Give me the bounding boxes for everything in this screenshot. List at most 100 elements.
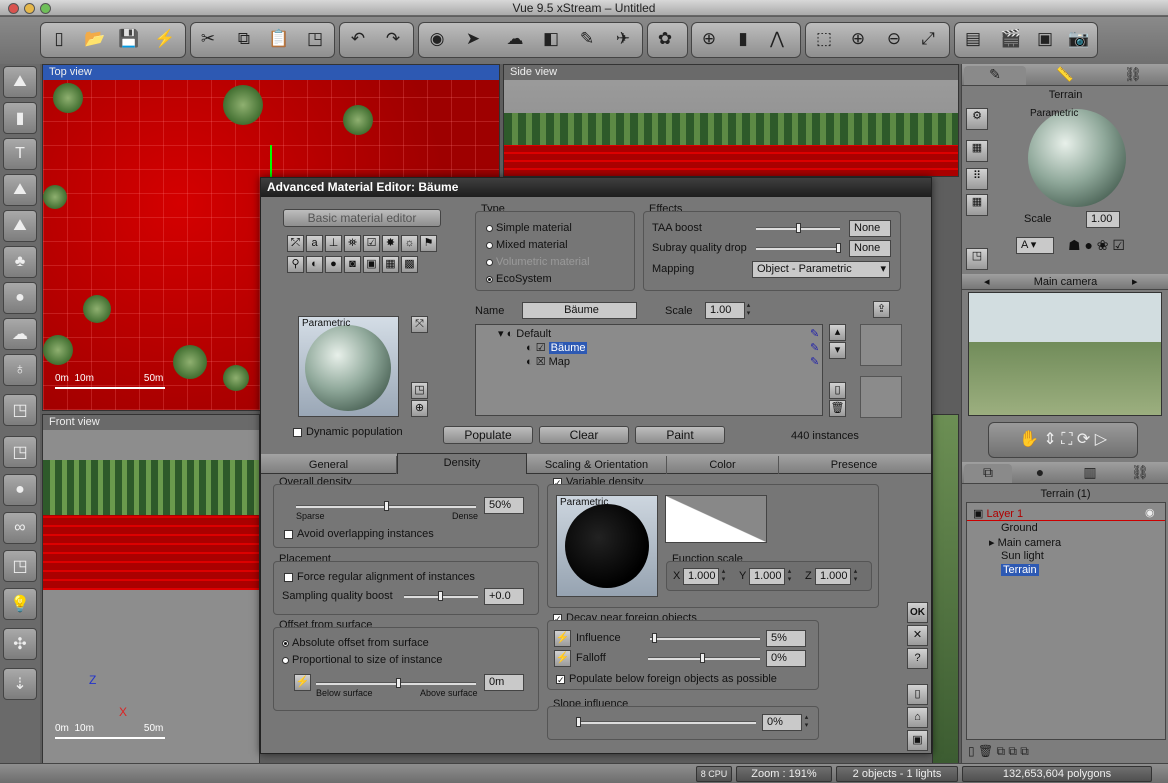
front-viewport[interactable]: Front view Z X 0m 10m 50m	[42, 414, 260, 764]
checker-arrow-icon[interactable]: ▦	[966, 194, 988, 216]
pattern-icon[interactable]: ▩	[401, 256, 418, 273]
planet-icon[interactable]: ♁	[3, 354, 37, 386]
material-settings-icon[interactable]: ⚙	[966, 108, 988, 130]
open-folder-icon[interactable]: 📂	[80, 24, 110, 54]
scene-bottom-icons[interactable]: ▯ 🗑 ⧉ ⧉ ⧉	[968, 744, 1029, 759]
paste-icon[interactable]: 📋	[264, 24, 294, 54]
density-filter-curve[interactable]	[665, 495, 767, 543]
species-item-map[interactable]: ◐ ☒ Map	[526, 355, 570, 368]
box-icon[interactable]: ◳	[3, 436, 37, 468]
type-ecosystem-radio[interactable]: EcoSystem	[486, 273, 552, 285]
preview-cube-icon[interactable]: ◳	[411, 382, 428, 399]
brush-icon[interactable]: ✎	[572, 24, 602, 54]
help-button[interactable]: ?	[907, 648, 928, 669]
material-filter-icons[interactable]: ☗ ● ❀ ☑	[1068, 237, 1125, 254]
links-tab-icon[interactable]: ⛓	[1116, 464, 1164, 483]
brush-tab-icon[interactable]: ✎	[964, 66, 1026, 85]
materials-tab-icon[interactable]: ●	[1016, 464, 1064, 483]
edit-pencil-icon[interactable]: ✎	[810, 327, 819, 340]
material-preview[interactable]: Parametric	[298, 316, 399, 417]
basic-material-editor-button[interactable]: Basic material editor	[283, 209, 441, 227]
species-item-baume[interactable]: ◐ ☑ Bäume	[526, 341, 588, 354]
camera-next-icon[interactable]: ▸	[1132, 275, 1138, 288]
close-window-button[interactable]	[8, 3, 19, 14]
scale-field[interactable]: 1.00	[705, 302, 745, 319]
redo-icon[interactable]: ↷	[378, 24, 408, 54]
zoom-in-icon[interactable]: ⊕	[843, 24, 873, 54]
tree-item-layer[interactable]: ▣ Layer 1	[973, 507, 1023, 520]
ok-button[interactable]: OK	[907, 602, 928, 623]
tree-item-terrain[interactable]: Terrain	[1001, 564, 1039, 576]
edit-pencil-icon[interactable]: ✎	[810, 355, 819, 368]
species-thumbnail[interactable]	[860, 324, 902, 366]
undo-icon[interactable]: ↶	[343, 24, 373, 54]
copy-icon[interactable]: ⧉	[229, 24, 259, 54]
type-mixed-radio[interactable]: Mixed material	[486, 239, 568, 251]
visibility-eye-icon[interactable]: ◉	[1145, 506, 1155, 519]
fscale-y-field[interactable]: 1.000	[749, 568, 785, 585]
cube-icon[interactable]: ◳	[300, 24, 330, 54]
zoom-window-button[interactable]	[40, 3, 51, 14]
proportional-offset-radio[interactable]: Proportional to size of instance	[282, 654, 442, 666]
falloff-function-icon[interactable]: ⚡	[554, 650, 571, 667]
dots-icon[interactable]: ⠿	[966, 168, 988, 190]
export-icon[interactable]: ⇣	[3, 668, 37, 700]
cube-icon[interactable]: ◳	[3, 394, 37, 426]
side-viewport[interactable]: Side view	[503, 64, 959, 177]
sampling-field[interactable]: +0.0	[484, 588, 524, 605]
camera-nav-controls[interactable]: ✋ ⇕ ⛶ ⟳ ▷	[988, 422, 1138, 458]
lightning-icon[interactable]: ⚡	[150, 24, 180, 54]
offset-field[interactable]: 0m	[484, 674, 524, 691]
density-function-preview[interactable]: Parametric	[556, 495, 658, 597]
main-camera-viewport[interactable]	[932, 414, 959, 764]
taa-boost-field[interactable]: None	[849, 220, 891, 237]
check-icon[interactable]: ☑	[363, 235, 380, 252]
save-icon[interactable]: 💾	[114, 24, 144, 54]
fx-icon[interactable]: ⤱	[287, 235, 304, 252]
avatar-icon[interactable]: ●	[325, 256, 342, 273]
falloff-slider[interactable]	[648, 653, 760, 663]
grid-icon[interactable]: ▦	[382, 256, 399, 273]
layer-select[interactable]: A ▾	[1016, 237, 1054, 254]
material-preview-sphere[interactable]	[1028, 109, 1126, 207]
fscale-x-spinner[interactable]: ▴ ▾	[720, 568, 727, 585]
minimize-window-button[interactable]	[24, 3, 35, 14]
populate-button[interactable]: Populate	[443, 426, 533, 444]
link-tab-icon[interactable]: ⛓	[1102, 66, 1164, 85]
library-tab-icon[interactable]: ▥	[1066, 464, 1114, 483]
tab-general[interactable]: General	[261, 456, 397, 474]
sphere-icon[interactable]: ●	[3, 474, 37, 506]
sampling-slider[interactable]	[404, 591, 478, 601]
slope-spinner[interactable]: ▴ ▾	[803, 714, 810, 731]
camera-icon[interactable]: 📷	[1064, 24, 1094, 54]
film-icon[interactable]: ▤	[958, 24, 988, 54]
tab-presence[interactable]: Presence	[779, 456, 929, 474]
mapping-select[interactable]: Object - Parametric ▾	[752, 261, 890, 278]
sphere-icon[interactable]: ◐	[306, 256, 323, 273]
tree-icon[interactable]: ♣	[3, 246, 37, 278]
save-material-icon[interactable]: ▣	[907, 730, 928, 751]
bucket-icon[interactable]: ⛯	[344, 235, 361, 252]
subray-field[interactable]: None	[849, 240, 891, 257]
pointer-icon[interactable]: ➤	[458, 24, 488, 54]
star-icon[interactable]: ✸	[382, 235, 399, 252]
influence-field[interactable]: 5%	[766, 630, 806, 647]
walker-icon[interactable]: ⚲	[287, 256, 304, 273]
species-thumbnail[interactable]	[860, 376, 902, 418]
cube-icon[interactable]: ◳	[3, 550, 37, 582]
fscale-z-spinner[interactable]: ▴ ▾	[852, 568, 859, 585]
slope-slider[interactable]	[576, 717, 756, 727]
fan-icon[interactable]: ✣	[3, 628, 37, 660]
edit-pencil-icon[interactable]: ✎	[810, 341, 819, 354]
tab-color[interactable]: Color	[667, 456, 779, 474]
figure-icon[interactable]: ⚑	[420, 235, 437, 252]
frame-icon[interactable]: ▣	[1030, 24, 1060, 54]
cylinder-icon[interactable]: ▮	[3, 102, 37, 134]
fscale-x-field[interactable]: 1.000	[683, 568, 719, 585]
capsule-icon[interactable]: ∞	[3, 512, 37, 544]
scale-field[interactable]: 1.00	[1086, 211, 1120, 228]
compass-icon[interactable]: ⋀	[762, 24, 792, 54]
dynamic-population-checkbox[interactable]: Dynamic population	[293, 426, 403, 438]
type-volumetric-radio[interactable]: Volumetric material	[486, 256, 590, 268]
bars-icon[interactable]: ▮	[728, 24, 758, 54]
